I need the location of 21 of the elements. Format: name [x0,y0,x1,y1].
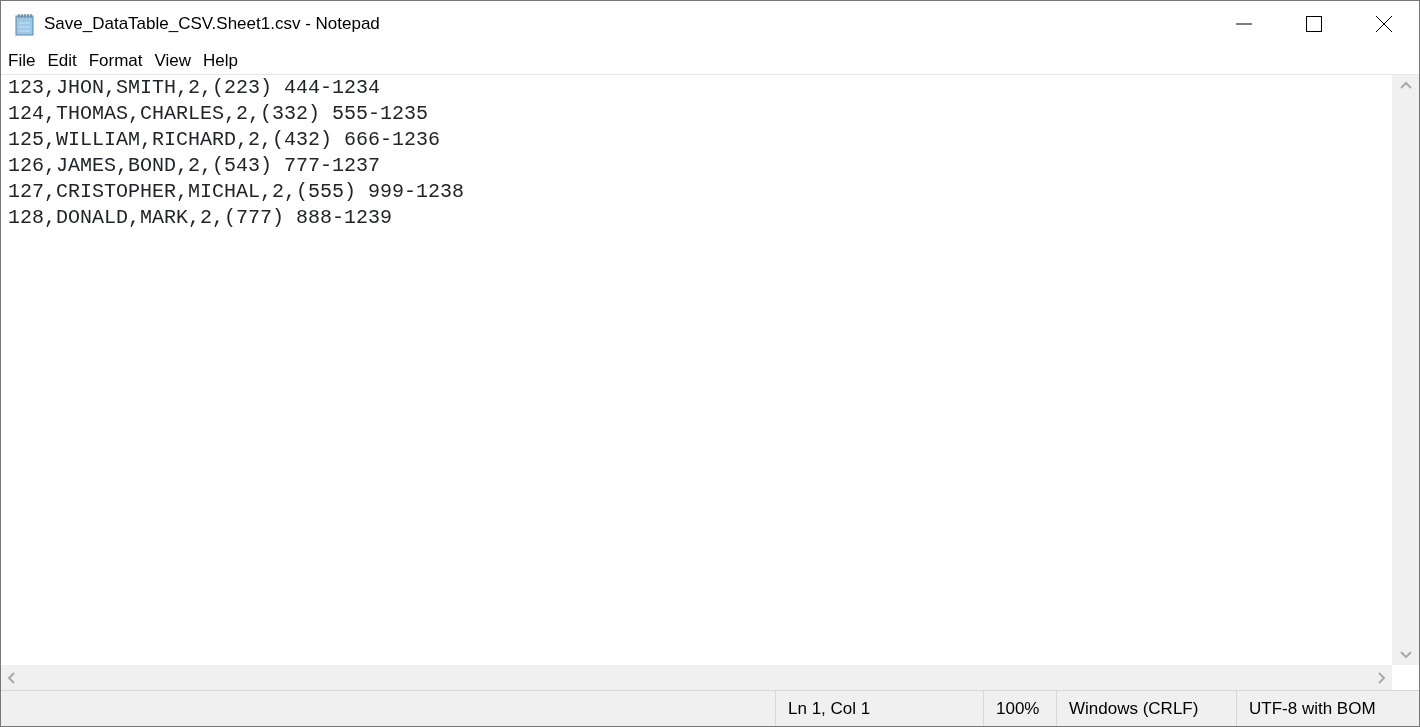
scroll-down-icon [1399,651,1412,659]
maximize-icon [1306,16,1322,32]
minimize-icon [1236,23,1252,25]
menu-item[interactable]: Edit [41,48,83,73]
window-title: Save_DataTable_CSV.Sheet1.csv - Notepad [44,13,380,36]
close-icon [1376,16,1392,32]
vertical-scrollbar[interactable] [1392,75,1419,665]
scroll-right-icon [1378,671,1386,684]
text-editor[interactable]: 123,JHON,SMITH,2,(223) 444-1234 124,THOMAS,CHARLES,2,(332) 555-1235 125,WILLIAM,RICHARD,2,(432) 666-1236 126,JAMES,BOND,2,(543) 777-1237 127,CRISTOPHER,MICHAL,2,(555) 999-1238 128,DONALD,MARK,2,(777) 888-1239 [8,75,1392,665]
menu-item[interactable]: File [2,48,42,73]
status-text: 100% [996,697,1040,720]
status-text: Windows (CRLF) [1069,697,1199,720]
scroll-left-icon [7,671,15,684]
notepad-icon [14,12,36,36]
menu-item[interactable]: View [148,48,198,73]
menu-item[interactable]: Help [197,48,245,73]
status-text: UTF-8 with BOM [1249,697,1376,720]
menu-item[interactable]: Format [82,48,149,73]
status-text: Ln 1, Col 1 [788,697,871,720]
horizontal-scrollbar[interactable] [1,665,1392,690]
scroll-up-icon [1399,81,1412,89]
